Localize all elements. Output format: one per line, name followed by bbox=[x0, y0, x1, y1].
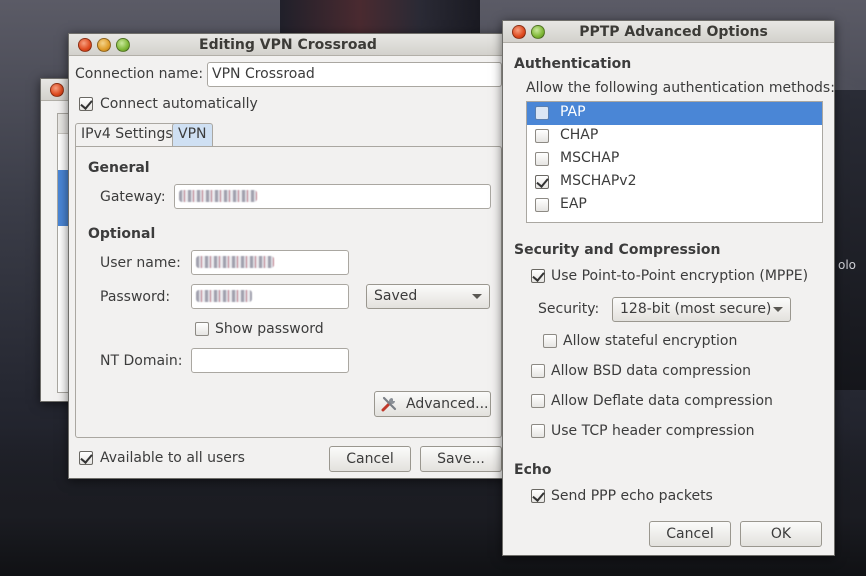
mschap-checkbox[interactable] bbox=[535, 152, 549, 166]
pptp-advanced-options-window[interactable]: PPTP Advanced Options Authentication All… bbox=[502, 20, 835, 556]
redacted-username bbox=[196, 256, 274, 268]
stateful-encryption-checkbox[interactable] bbox=[543, 334, 557, 348]
security-value: 128-bit (most secure) bbox=[620, 301, 772, 317]
gateway-label: Gateway: bbox=[100, 189, 166, 205]
auth-method-mschap[interactable]: MSCHAP bbox=[527, 148, 822, 171]
window-title: Editing VPN Crossroad bbox=[199, 37, 377, 53]
mschapv2-label: MSCHAPv2 bbox=[560, 173, 637, 189]
tab-ipv4-settings[interactable]: IPv4 Settings bbox=[75, 123, 179, 146]
cancel-button[interactable]: Cancel bbox=[649, 521, 731, 547]
deflate-compression-label: Allow Deflate data compression bbox=[551, 393, 773, 409]
authentication-subheading: Allow the following authentication metho… bbox=[526, 80, 835, 96]
mschapv2-checkbox[interactable] bbox=[535, 175, 549, 189]
tcp-header-compression-checkbox[interactable] bbox=[531, 424, 545, 438]
auth-method-eap[interactable]: EAP bbox=[527, 194, 822, 217]
show-password-checkbox[interactable] bbox=[195, 322, 209, 336]
nt-domain-label: NT Domain: bbox=[100, 353, 183, 369]
pap-checkbox[interactable] bbox=[535, 106, 549, 120]
auth-method-chap[interactable]: CHAP bbox=[527, 125, 822, 148]
cancel-button[interactable]: Cancel bbox=[329, 446, 411, 472]
available-all-users-label: Available to all users bbox=[100, 450, 245, 466]
password-label: Password: bbox=[100, 289, 171, 305]
close-icon[interactable] bbox=[50, 83, 64, 97]
auth-method-pap[interactable]: PAP bbox=[527, 102, 822, 125]
connection-name-label: Connection name: bbox=[75, 66, 204, 82]
password-storage-value: Saved bbox=[374, 288, 418, 304]
eap-checkbox[interactable] bbox=[535, 198, 549, 212]
password-field[interactable] bbox=[191, 284, 349, 309]
stateful-encryption-label: Allow stateful encryption bbox=[563, 333, 738, 349]
chevron-down-icon bbox=[773, 307, 783, 312]
redacted-gateway bbox=[179, 190, 257, 202]
pptp-titlebar[interactable]: PPTP Advanced Options bbox=[503, 21, 834, 43]
deflate-compression-checkbox[interactable] bbox=[531, 394, 545, 408]
connect-automatically-checkbox[interactable] bbox=[79, 97, 93, 111]
mppe-label: Use Point-to-Point encryption (MPPE) bbox=[551, 268, 809, 284]
bsd-compression-checkbox[interactable] bbox=[531, 364, 545, 378]
auth-methods-list[interactable]: PAP CHAP MSCHAP MSCHAPv2 EAP bbox=[526, 101, 823, 223]
advanced-button[interactable]: Advanced... bbox=[374, 391, 491, 417]
show-password-label: Show password bbox=[215, 321, 324, 337]
optional-heading: Optional bbox=[88, 226, 156, 242]
tab-panel: General Gateway: Optional User name: Pas… bbox=[75, 146, 502, 438]
advanced-label: Advanced... bbox=[406, 396, 489, 412]
password-storage-select[interactable]: Saved bbox=[366, 284, 490, 309]
echo-heading: Echo bbox=[514, 462, 552, 478]
available-all-users-checkbox[interactable] bbox=[79, 451, 93, 465]
security-compression-heading: Security and Compression bbox=[514, 242, 721, 258]
mschap-label: MSCHAP bbox=[560, 150, 620, 166]
window-title: PPTP Advanced Options bbox=[579, 24, 768, 40]
save-button[interactable]: Save... bbox=[420, 446, 502, 472]
gateway-field[interactable] bbox=[174, 184, 491, 209]
redacted-password bbox=[196, 290, 252, 302]
echo-packets-checkbox[interactable] bbox=[531, 489, 545, 503]
echo-packets-label: Send PPP echo packets bbox=[551, 488, 713, 504]
tools-icon bbox=[381, 396, 397, 412]
nt-domain-field[interactable] bbox=[191, 348, 349, 373]
security-select[interactable]: 128-bit (most secure) bbox=[612, 297, 791, 322]
chap-checkbox[interactable] bbox=[535, 129, 549, 143]
authentication-heading: Authentication bbox=[514, 56, 632, 72]
chevron-down-icon bbox=[472, 294, 482, 299]
eap-label: EAP bbox=[560, 196, 587, 212]
security-label: Security: bbox=[538, 301, 600, 317]
username-field[interactable] bbox=[191, 250, 349, 275]
auth-method-mschapv2[interactable]: MSCHAPv2 bbox=[527, 171, 822, 194]
pap-label: PAP bbox=[560, 104, 586, 120]
wallpaper-text: olo bbox=[838, 258, 857, 272]
mppe-checkbox[interactable] bbox=[531, 269, 545, 283]
editing-vpn-window[interactable]: Editing VPN Crossroad Connection name: V… bbox=[68, 33, 508, 479]
general-heading: General bbox=[88, 160, 150, 176]
connect-automatically-label: Connect automatically bbox=[100, 96, 258, 112]
connection-name-field[interactable]: VPN Crossroad bbox=[207, 62, 502, 87]
tab-vpn[interactable]: VPN bbox=[172, 123, 213, 146]
chap-label: CHAP bbox=[560, 127, 599, 143]
username-label: User name: bbox=[100, 255, 181, 271]
ok-button[interactable]: OK bbox=[740, 521, 822, 547]
editing-vpn-titlebar[interactable]: Editing VPN Crossroad bbox=[69, 34, 507, 56]
tcp-header-compression-label: Use TCP header compression bbox=[551, 423, 755, 439]
bsd-compression-label: Allow BSD data compression bbox=[551, 363, 752, 379]
